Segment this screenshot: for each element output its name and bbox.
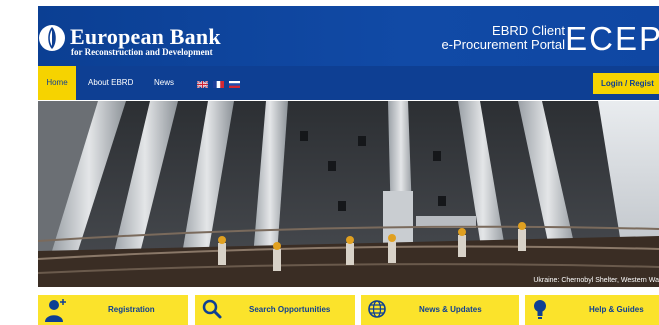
help-guides-label: Help & Guides — [589, 305, 644, 314]
hero-banner: Ukraine: Chernobyl Shelter, Western Wa — [38, 101, 659, 287]
news-updates-label: News & Updates — [419, 305, 482, 314]
portal-name-line2: e-Procurement Portal — [441, 37, 565, 52]
search-opportunities-label: Search Opportunities — [249, 305, 331, 314]
uk-flag-icon[interactable] — [197, 81, 208, 88]
main-nav: Home About EBRD News Login / Regist — [38, 66, 659, 100]
brand-subtitle: for Reconstruction and Development — [71, 47, 213, 57]
hero-caption: Ukraine: Chernobyl Shelter, Western Wa — [533, 277, 659, 284]
nav-about-ebrd[interactable]: About EBRD — [88, 66, 133, 100]
portal-name-line1: EBRD Client — [492, 23, 565, 38]
registration-tile[interactable]: Registration — [38, 295, 188, 325]
russia-flag-icon[interactable] — [229, 81, 240, 88]
registration-label: Registration — [108, 305, 155, 314]
login-register-button[interactable]: Login / Regist — [593, 73, 659, 94]
site-header: European Bank for Reconstruction and Dev… — [38, 6, 659, 66]
user-add-icon — [45, 299, 66, 322]
hero-photo — [38, 101, 659, 287]
nav-home[interactable]: Home — [38, 66, 76, 100]
globe-icon — [368, 300, 386, 318]
france-flag-icon[interactable] — [213, 81, 224, 88]
portal-acronym: ECEP — [565, 20, 659, 57]
lightbulb-icon — [534, 300, 546, 319]
nav-news[interactable]: News — [154, 66, 174, 100]
ebrd-logo-icon[interactable] — [38, 24, 66, 52]
news-updates-tile[interactable]: News & Updates — [361, 295, 519, 325]
quick-links: Registration Search Opportunities News &… — [38, 295, 659, 325]
search-opportunities-tile[interactable]: Search Opportunities — [195, 295, 355, 325]
help-guides-tile[interactable]: Help & Guides — [525, 295, 659, 325]
search-icon — [202, 299, 222, 319]
